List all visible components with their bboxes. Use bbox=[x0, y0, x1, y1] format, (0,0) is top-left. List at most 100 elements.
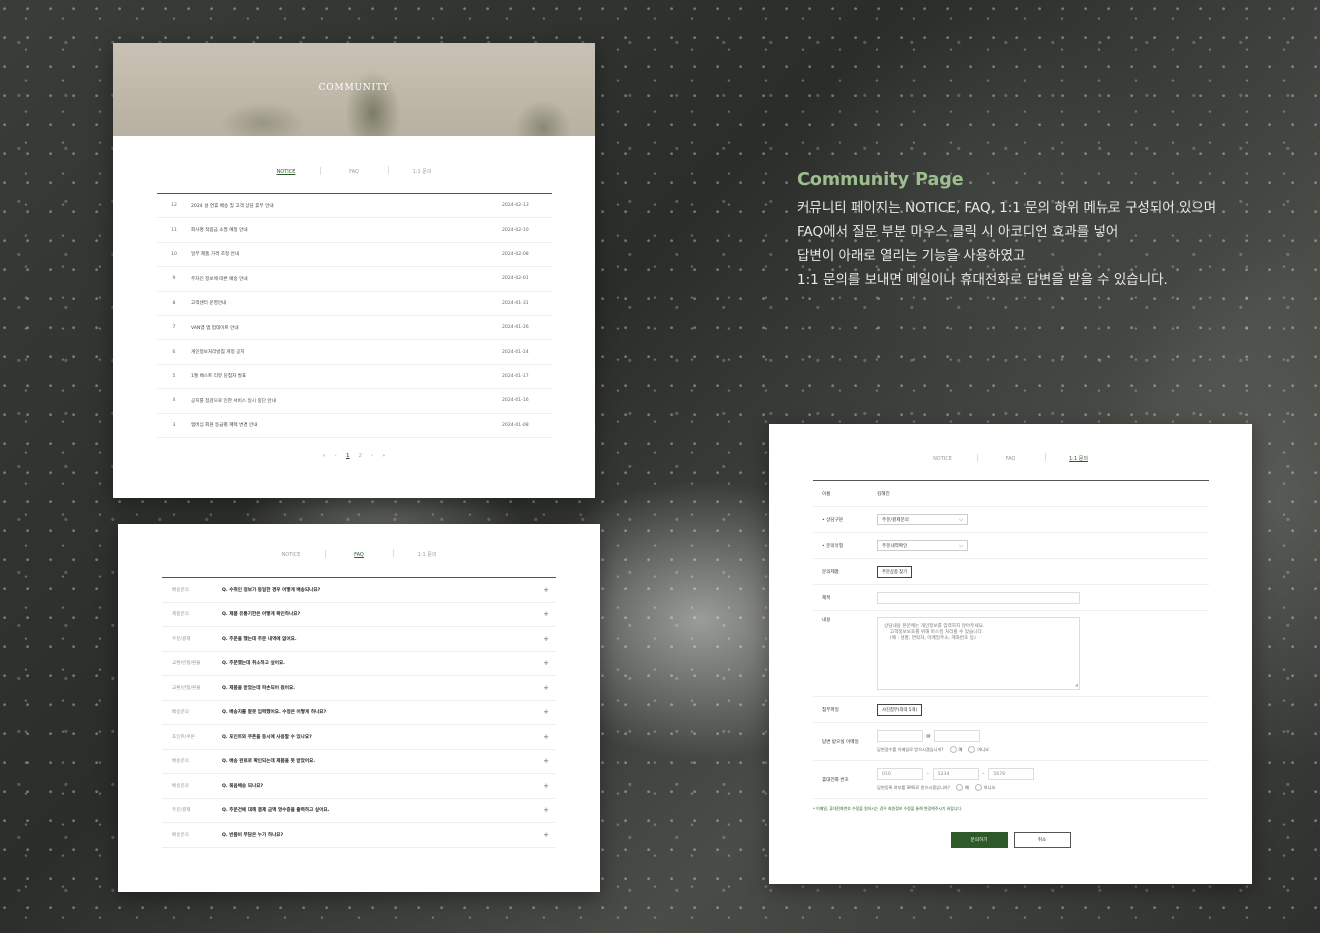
tab-notice[interactable]: NOTICE bbox=[257, 552, 325, 558]
tab-inquiry[interactable]: 1:1 문의 bbox=[388, 166, 456, 175]
plus-icon[interactable]: + bbox=[536, 708, 556, 716]
tab-faq[interactable]: FAQ bbox=[976, 453, 1045, 462]
faq-question[interactable]: Q. 주문건에 대해 결제 금액 영수증을 출력하고 싶어요. bbox=[222, 807, 536, 813]
list-item[interactable]: 주문/결제 Q. 주문건에 대해 결제 금액 영수증을 출력하고 싶어요. + bbox=[162, 799, 556, 823]
notice-number: 11 bbox=[171, 227, 177, 233]
faq-question[interactable]: Q. 반품비 부담은 누가 하나요? bbox=[222, 832, 536, 838]
faq-question[interactable]: Q. 주문했는데 취소하고 싶어요. bbox=[222, 660, 536, 666]
notice-title[interactable]: 1월 베스트 리뷰 당첨자 발표 bbox=[191, 373, 502, 379]
faq-question[interactable]: Q. 제품을 받았는데 파손되어 왔어요. bbox=[222, 685, 536, 691]
list-item[interactable]: 배송문의 Q. 수취인 정보가 동일한 경우 어떻게 배송되나요? + bbox=[162, 578, 556, 603]
notice-title[interactable]: 고객센터 운영안내 bbox=[191, 300, 502, 306]
plus-icon[interactable]: + bbox=[536, 659, 556, 667]
faq-question[interactable]: Q. 배송지를 잘못 입력했어요. 수정은 어떻게 하나요? bbox=[222, 709, 536, 715]
phone-last-input[interactable]: 5678 bbox=[988, 768, 1035, 780]
attach-label: 첨부파일 bbox=[822, 707, 839, 713]
notice-title[interactable]: 개인정보처리방침 개정 공지 bbox=[191, 349, 502, 355]
tab-faq[interactable]: FAQ bbox=[325, 549, 393, 558]
email-question: 답변접수를 이메일로 받으시겠습니까? bbox=[877, 746, 944, 752]
tab-inquiry[interactable]: 1:1 문의 bbox=[393, 549, 461, 558]
faq-category: 교환/반품/환불 bbox=[172, 685, 201, 691]
plus-icon[interactable]: + bbox=[536, 831, 556, 839]
notice-title[interactable]: 주차인 정보에 따른 배송 안내 bbox=[191, 276, 502, 282]
name-label: 이름 bbox=[822, 491, 831, 497]
notice-number: 5 bbox=[172, 373, 176, 379]
first-page-icon[interactable]: « bbox=[322, 453, 325, 459]
faq-question[interactable]: Q. 수취인 정보가 동일한 경우 어떻게 배송되나요? bbox=[222, 587, 536, 593]
plus-icon[interactable]: + bbox=[536, 782, 556, 790]
table-row[interactable]: 9 주차인 정보에 따른 배송 안내 2024-02-01 bbox=[157, 267, 552, 292]
faq-question[interactable]: Q. 포인트와 쿠폰을 동시에 사용할 수 있나요? bbox=[222, 734, 536, 740]
faq-question[interactable]: Q. 묶음배송 되나요? bbox=[222, 783, 536, 789]
notice-title[interactable]: 회사명 적립금 소멸 예정 안내 bbox=[191, 227, 502, 233]
faq-question[interactable]: Q. 주문을 했는데 주문 내역에 없어요. bbox=[222, 636, 536, 642]
sms-yes-radio[interactable]: 예 bbox=[955, 784, 969, 791]
list-item[interactable]: 교환/반품/환불 Q. 제품을 받았는데 파손되어 왔어요. + bbox=[162, 676, 556, 701]
submit-inquiry-button[interactable]: 문의하기 bbox=[950, 832, 1008, 848]
notice-date: 2024-01-16 bbox=[502, 398, 529, 404]
order-label: 문의제품 bbox=[822, 569, 839, 575]
consult-select[interactable]: 주문/결제문의 ⌵ bbox=[877, 514, 968, 525]
tab-inquiry[interactable]: 1:1 문의 bbox=[1044, 453, 1113, 462]
email-yes-radio[interactable]: 예 bbox=[949, 746, 962, 753]
tab-notice[interactable]: NOTICE bbox=[252, 169, 320, 175]
subject-input[interactable] bbox=[877, 591, 1080, 604]
table-row[interactable]: 4 공지를 점검으로 인한 서비스 일시 중단 안내 2024-01-16 bbox=[157, 389, 552, 414]
content-textarea[interactable]: 상담내용 본문에는 개인정보를 입력하지 않아주세요. 고객정보보호를 위해 마… bbox=[877, 617, 1080, 690]
notice-title[interactable]: VAN앱 앱 업데이트 안내 bbox=[191, 325, 502, 331]
table-row[interactable]: 10 일부 제품 가격 조정 안내 2024-02-08 bbox=[157, 243, 552, 268]
notice-number: 9 bbox=[172, 276, 176, 282]
table-row[interactable]: 7 VAN앱 앱 업데이트 안내 2024-01-26 bbox=[157, 316, 552, 341]
notice-title[interactable]: 공지를 점검으로 인한 서비스 일시 중단 안내 bbox=[191, 398, 502, 404]
table-row[interactable]: 12 2024 설 연휴 배송 및 고객 상담 휴무 안내 2024-02-13 bbox=[157, 194, 552, 219]
plus-icon[interactable]: + bbox=[536, 757, 556, 765]
table-row[interactable]: 3 멤버십 회원 등급별 혜택 변경 안내 2024-01-08 bbox=[157, 414, 552, 438]
list-item[interactable]: 포인트/쿠폰 Q. 포인트와 쿠폰을 동시에 사용할 수 있나요? + bbox=[162, 725, 556, 750]
subject-row: 제목 bbox=[813, 585, 1209, 611]
last-page-icon[interactable]: » bbox=[382, 453, 385, 459]
plus-icon[interactable]: + bbox=[536, 610, 556, 618]
faq-category: 배송문의 bbox=[172, 832, 189, 838]
list-item[interactable]: 주문/결제 Q. 주문을 했는데 주문 내역에 없어요. + bbox=[162, 627, 556, 652]
email-domain-input[interactable] bbox=[933, 730, 980, 742]
list-item[interactable]: 배송문의 Q. 반품비 부담은 누가 하나요? + bbox=[162, 823, 556, 848]
email-no-radio[interactable]: 아니오 bbox=[968, 746, 989, 753]
cancel-button[interactable]: 취소 bbox=[1013, 832, 1071, 848]
page-2[interactable]: 2 bbox=[359, 453, 363, 459]
notice-title[interactable]: 일부 제품 가격 조정 안내 bbox=[191, 251, 502, 257]
phone-middle-input[interactable]: 1234 bbox=[932, 768, 979, 780]
plus-icon[interactable]: + bbox=[536, 586, 556, 594]
resize-handle-icon[interactable]: ◢ bbox=[1075, 682, 1078, 688]
email-id-input[interactable] bbox=[877, 730, 923, 742]
list-item[interactable]: 배송문의 Q. 배송 완료로 확인되는데 제품을 못 받았어요. + bbox=[162, 750, 556, 774]
plus-icon[interactable]: + bbox=[536, 684, 556, 692]
next-page-icon[interactable]: › bbox=[371, 453, 373, 459]
faq-question[interactable]: Q. 제품 유통기한은 어떻게 확인하나요? bbox=[222, 611, 536, 617]
phone-first-input[interactable]: 010 bbox=[877, 768, 923, 780]
list-item[interactable]: 제품문의 Q. 제품 유통기한은 어떻게 확인하나요? + bbox=[162, 603, 556, 627]
attach-photo-button[interactable]: 사진첨부(최대 5개) bbox=[877, 703, 923, 716]
type-select[interactable]: 주문내역확인 ⌵ bbox=[877, 540, 968, 551]
tab-notice[interactable]: NOTICE bbox=[909, 456, 977, 462]
faq-question[interactable]: Q. 배송 완료로 확인되는데 제품을 못 받았어요. bbox=[222, 758, 536, 764]
list-item[interactable]: 배송문의 Q. 배송지를 잘못 입력했어요. 수정은 어떻게 하나요? + bbox=[162, 701, 556, 725]
table-row[interactable]: 11 회사명 적립금 소멸 예정 안내 2024-02-10 bbox=[157, 218, 552, 243]
page-1[interactable]: 1 bbox=[346, 453, 350, 459]
list-item[interactable]: 배송문의 Q. 묶음배송 되나요? + bbox=[162, 774, 556, 799]
description-line: 답변이 아래로 열리는 기능을 사용하였고 bbox=[797, 248, 1026, 264]
plus-icon[interactable]: + bbox=[536, 733, 556, 741]
sms-no-radio[interactable]: 아니오 bbox=[974, 784, 995, 791]
form-actions: 문의하기 취소 bbox=[769, 832, 1252, 848]
table-row[interactable]: 6 개인정보처리방침 개정 공지 2024-01-24 bbox=[157, 340, 552, 365]
plus-icon[interactable]: + bbox=[536, 806, 556, 814]
prev-page-icon[interactable]: ‹ bbox=[335, 453, 337, 459]
notice-title[interactable]: 2024 설 연휴 배송 및 고객 상담 휴무 안내 bbox=[191, 203, 502, 209]
table-row[interactable]: 5 1월 베스트 리뷰 당첨자 발표 2024-01-17 bbox=[157, 365, 552, 390]
list-item[interactable]: 교환/반품/환불 Q. 주문했는데 취소하고 싶어요. + bbox=[162, 652, 556, 676]
pagination: « ‹ 1 2 › » bbox=[113, 453, 595, 459]
find-order-button[interactable]: 주문상품 찾기 bbox=[877, 565, 913, 578]
plus-icon[interactable]: + bbox=[536, 635, 556, 643]
tab-faq[interactable]: FAQ bbox=[320, 166, 388, 175]
notice-title[interactable]: 멤버십 회원 등급별 혜택 변경 안내 bbox=[191, 422, 502, 428]
table-row[interactable]: 8 고객센터 운영안내 2024-01-31 bbox=[157, 292, 552, 316]
